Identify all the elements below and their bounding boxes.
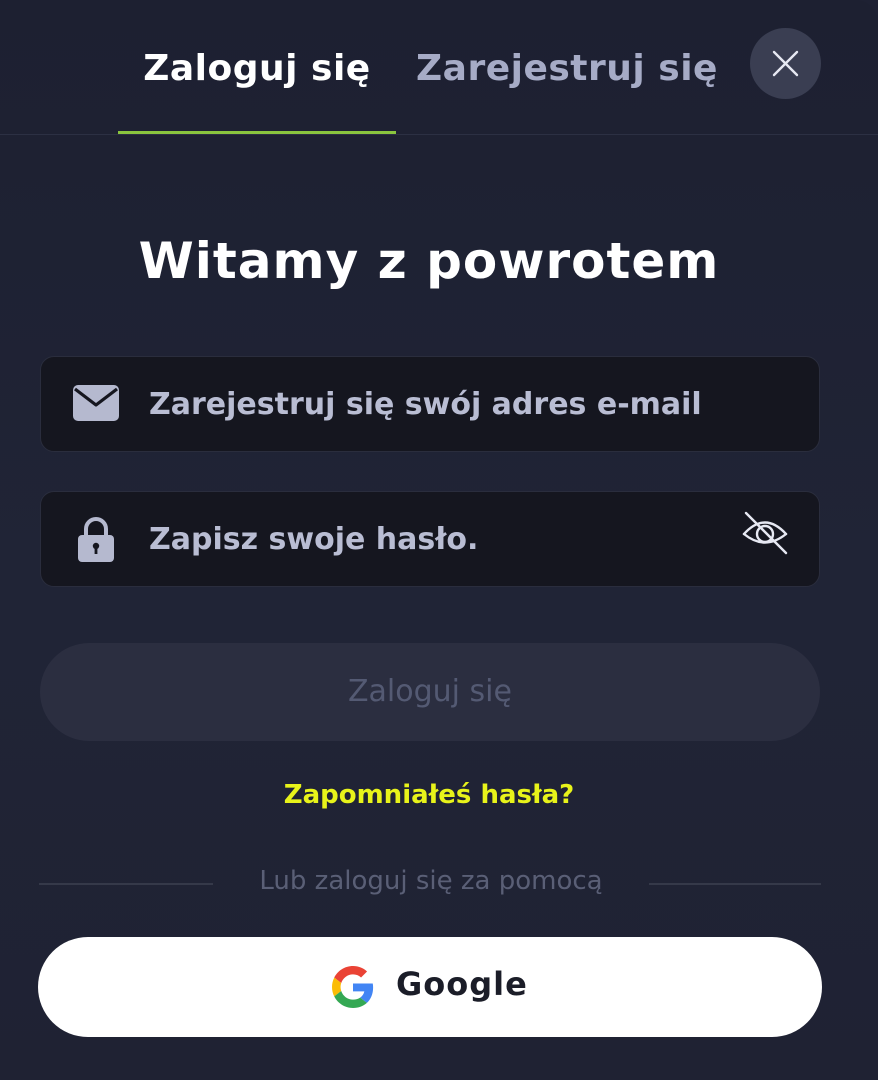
password-field-container <box>40 491 820 587</box>
divider-text: Lub zaloguj się za pomocą <box>259 866 603 896</box>
page-title: Witamy z powrotem <box>138 232 720 290</box>
envelope-icon <box>73 385 119 421</box>
forgot-password-link[interactable]: Zapomniałeś hasła? <box>0 780 858 810</box>
lock-icon <box>78 517 114 562</box>
email-field-container <box>40 356 820 452</box>
close-button[interactable] <box>750 28 821 99</box>
auth-tabs: Zaloguj się Zarejestruj się <box>0 0 878 135</box>
tab-register[interactable]: Zarejestruj się <box>412 48 722 89</box>
google-label: Google <box>396 965 528 1003</box>
login-submit-button[interactable]: Zaloguj się <box>40 643 820 741</box>
divider-right <box>649 883 821 885</box>
email-input[interactable] <box>149 357 729 451</box>
tab-login[interactable]: Zaloguj się <box>118 48 396 89</box>
google-icon <box>332 966 374 1008</box>
close-icon <box>772 50 799 77</box>
password-input[interactable] <box>149 492 729 586</box>
google-login-button[interactable]: Google <box>38 937 822 1037</box>
password-visibility-toggle[interactable] <box>740 507 790 557</box>
eye-slash-icon <box>742 511 788 555</box>
active-tab-indicator <box>118 131 396 134</box>
login-modal: Zaloguj się Zarejestruj się Witamy z pow… <box>0 0 878 1080</box>
divider-left <box>39 883 213 885</box>
